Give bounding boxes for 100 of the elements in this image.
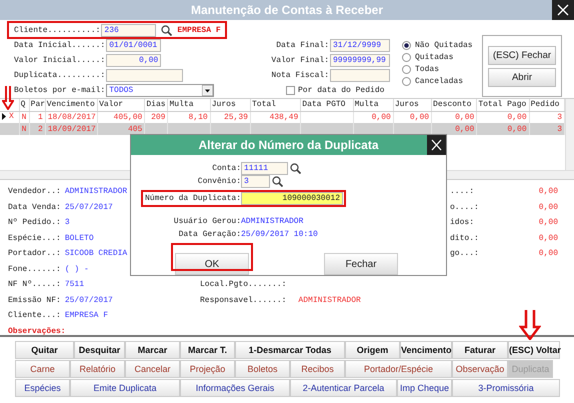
detail-label: dito.:: [450, 234, 479, 243]
action-button[interactable]: Boletos: [235, 360, 290, 378]
column-header[interactable]: Vencimento: [46, 100, 95, 110]
input-field[interactable]: 01/01/0001: [106, 39, 162, 52]
action-button[interactable]: Observação: [452, 360, 508, 378]
column-header[interactable]: Multa: [354, 100, 379, 110]
input-field[interactable]: 31/12/9999: [330, 39, 390, 52]
action-button[interactable]: Desquitar: [74, 341, 125, 359]
input-field[interactable]: 236: [101, 24, 156, 37]
grid-cell: 2: [38, 124, 43, 134]
action-button[interactable]: Origem: [345, 341, 400, 359]
grid-cell: 0,00: [410, 112, 430, 122]
info-value: 25/09/2017 10:10: [241, 230, 318, 239]
detail-value: 0,00: [538, 187, 558, 196]
column-header[interactable]: Juros: [212, 100, 236, 110]
radio-label: Quitadas: [415, 52, 454, 62]
detail-label: idos:: [450, 218, 474, 228]
action-button[interactable]: Marcar: [125, 341, 180, 359]
action-button[interactable]: Faturar: [452, 341, 508, 359]
grid-cell: 18/09/2017: [48, 124, 96, 134]
action-button[interactable]: Informações Gerais: [180, 379, 290, 397]
grid-cell: 0,00: [455, 112, 474, 122]
grid-cell: 0,00: [372, 112, 391, 122]
detail-label: Portador..:: [8, 249, 61, 258]
input-field[interactable]: 99999999,99: [330, 54, 390, 67]
grid-cell: 0,00: [507, 124, 527, 134]
action-button[interactable]: Cancelar: [125, 360, 180, 378]
input-field[interactable]: 11111: [241, 162, 288, 175]
column-header[interactable]: Multa: [169, 100, 194, 110]
detail-value: 0,00: [538, 249, 558, 258]
detail-value: SICOOB CREDIA: [64, 249, 128, 258]
dropdown-field[interactable]: TODOS: [106, 84, 214, 97]
action-button[interactable]: Recibos: [290, 360, 345, 378]
detail-value: 0,00: [538, 234, 558, 243]
field-label: Duplicata.........:: [14, 71, 106, 80]
detail-label: Espécie...:: [8, 234, 61, 243]
action-button[interactable]: Carne: [15, 360, 70, 378]
client-name: EMPRESA F: [177, 26, 221, 35]
column-header[interactable]: Valor: [99, 100, 124, 110]
column-header[interactable]: Desconto: [433, 100, 472, 110]
action-button[interactable]: Quitar: [15, 341, 74, 359]
action-button[interactable]: Espécies: [15, 379, 70, 397]
detail-value: ADMINISTRADOR: [64, 187, 128, 196]
field-label: Convênio:: [196, 177, 241, 186]
info-value: ADMINISTRADOR: [241, 217, 304, 226]
dialog-button[interactable]: OK: [175, 253, 249, 275]
detail-label: go...:: [450, 249, 479, 258]
grid-cell: 438,49: [269, 112, 298, 122]
detail-value: 0,00: [538, 218, 558, 228]
detail-value: ADMINISTRADOR: [298, 296, 361, 305]
detail-label: NF Nº.....:: [8, 280, 61, 290]
radio-label: Canceladas: [415, 76, 464, 86]
column-header[interactable]: Data PGTO: [302, 100, 346, 110]
grid-cell: 3: [557, 112, 562, 122]
detail-label: Vendedor..:: [8, 187, 61, 196]
field-label: Nota Fiscal:: [271, 71, 329, 80]
grid-cell: N: [22, 124, 26, 134]
detail-value: 0,00: [538, 202, 558, 212]
column-header[interactable]: Par: [30, 100, 46, 110]
grid-row[interactable]: X N 1 18/08/2017 405,00 209 8,10 25,39 438,49 0,00 0,00 0,00 0,00 3: [0, 111, 564, 123]
grid-cell: 209: [151, 112, 166, 122]
field-label: Cliente..........:: [14, 26, 100, 35]
action-button[interactable]: Portador/Espécie: [345, 360, 452, 378]
column-header[interactable]: Total Pago: [478, 100, 526, 110]
column-header[interactable]: Dias: [146, 100, 166, 110]
grid-cell: 0,00: [455, 124, 474, 134]
radio-label: Não Quitadas: [415, 40, 473, 50]
field-label: Boletos por e-mail:: [14, 86, 106, 95]
field-label: Conta:: [211, 164, 241, 173]
detail-value: EMPRESA F: [64, 311, 108, 320]
detail-label: Fone......:: [8, 264, 61, 274]
input-field[interactable]: 0,00: [106, 54, 162, 67]
column-header[interactable]: Q: [20, 100, 26, 110]
action-button[interactable]: Projeção: [180, 360, 235, 378]
column-header[interactable]: Juros: [394, 100, 419, 110]
action-button[interactable]: (ESC) Voltar: [508, 341, 560, 359]
window-button[interactable]: (ESC) Fechar: [488, 46, 556, 64]
detail-value: 25/07/2017: [64, 202, 113, 212]
column-header[interactable]: Pedido: [530, 100, 560, 110]
dialog-button[interactable]: Fechar: [324, 253, 398, 275]
action-button[interactable]: Marcar T.: [180, 341, 235, 359]
action-button[interactable]: Imp Cheque: [397, 379, 452, 397]
detail-value: 7511: [64, 280, 84, 290]
action-button[interactable]: Emite Duplicata: [70, 379, 180, 397]
action-button[interactable]: Relatório: [70, 360, 125, 378]
grid-cell: 3: [557, 124, 562, 134]
detail-value: 3: [64, 218, 70, 228]
grid-cell: 405,00: [114, 112, 142, 122]
field-label: Número da Duplicata:: [144, 194, 241, 203]
input-field[interactable]: 109000030012: [241, 192, 343, 205]
detail-label: Responsavel......:: [200, 296, 286, 305]
action-button[interactable]: 3-Promissória: [452, 379, 560, 397]
action-button[interactable]: 2-Autenticar Parcela: [290, 379, 397, 397]
detail-label: ....:: [450, 187, 474, 196]
window-button[interactable]: Abrir: [488, 68, 556, 86]
input-field[interactable]: 3: [241, 175, 270, 188]
info-label: Data Geração:: [178, 230, 241, 239]
action-button[interactable]: Vencimento: [400, 341, 452, 359]
column-header[interactable]: Total: [252, 100, 276, 110]
action-button[interactable]: 1-Desmarcar Todas: [235, 341, 345, 359]
